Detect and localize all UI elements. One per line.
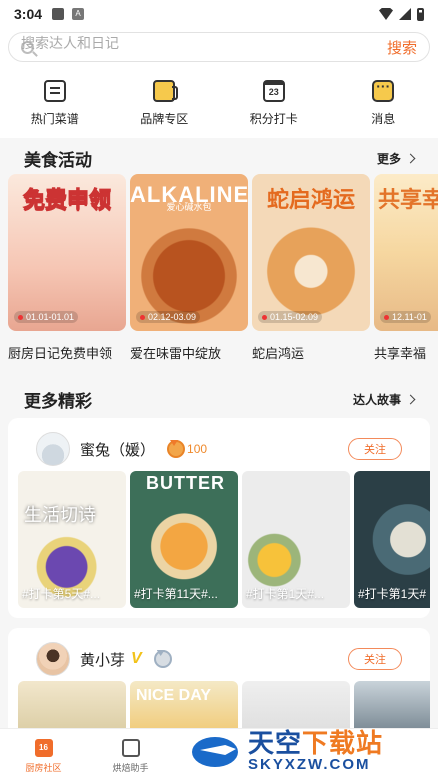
quick-entries: 热门菜谱 品牌专区 23 积分打卡 消息	[0, 78, 438, 127]
tab-label: 厨房社区	[25, 763, 62, 773]
photo-overlay-text: NICE DAY	[136, 687, 211, 704]
quick-checkin[interactable]: 23 积分打卡	[219, 80, 329, 127]
activity-caption: 厨房日记免费申领	[8, 346, 113, 361]
section-title: 更多精彩	[24, 392, 92, 411]
tab-label: 烘焙助手	[112, 763, 149, 773]
activity-image-title: 蛇启鸿运	[266, 187, 355, 212]
notification-icon	[52, 8, 65, 20]
activity-caption: 蛇启鸿运	[252, 346, 305, 361]
more-label: 达人故事	[352, 393, 401, 407]
activity-caption: 共享幸福	[374, 346, 427, 361]
author-score: 100	[187, 442, 208, 456]
post-photo[interactable]: #打卡第1天#	[354, 471, 430, 608]
tab-community[interactable]: 16 厨房社区	[0, 729, 87, 780]
more-label: 更多	[376, 152, 401, 166]
search-bar[interactable]: 搜索达人和日记 搜索	[8, 32, 430, 62]
activity-card[interactable]: 免费申领 01.01-01.01 厨房日记免费申领	[8, 174, 126, 362]
watermark: 天空下载站 SKYXZW.COM	[192, 722, 438, 780]
app-notification-icon: A	[72, 8, 85, 20]
activity-card[interactable]: 共享幸焙感 12.11-01 共享幸福	[374, 174, 438, 362]
status-bar: 3:04 A	[0, 0, 438, 28]
post-author-row: 蜜兔（媛） 100 关注	[8, 429, 430, 469]
photo-tag: #打卡第1天#...	[246, 587, 325, 601]
author-name[interactable]: 蜜兔（媛）	[80, 439, 155, 460]
quick-label: 消息	[371, 112, 396, 126]
airplane-logo-icon	[192, 731, 246, 771]
activity-date: 12.11-01	[380, 311, 431, 323]
post-photo[interactable]: 生活切诗 #打卡第5天#...	[18, 471, 126, 608]
search-button[interactable]: 搜索	[387, 37, 417, 58]
activity-card[interactable]: ALKALINE 爱心碱水包 02.12-03.09 爱在味雷中绽放	[130, 174, 248, 362]
tab-baking-assistant[interactable]: 烘焙助手	[87, 729, 174, 780]
post-photo[interactable]: BUTTER #打卡第11天#...	[130, 471, 238, 608]
status-time: 3:04	[14, 6, 43, 22]
avatar[interactable]	[36, 642, 70, 676]
photo-overlay-text: BUTTER	[146, 473, 225, 493]
activity-image-title: 共享幸焙感	[377, 187, 438, 212]
photo-tag: #打卡第11天#...	[134, 587, 218, 601]
author-name[interactable]: 黄小芽	[80, 649, 125, 670]
photo-tag: #打卡第1天#	[358, 587, 427, 601]
book-tab-icon	[121, 739, 140, 757]
watermark-cn-b: 下载站	[302, 728, 384, 758]
photo-overlay-text: 生活切诗	[24, 505, 96, 525]
watermark-en: SKYXZW.COM	[248, 756, 371, 773]
signal-icon	[399, 8, 411, 20]
wifi-icon	[379, 8, 393, 20]
quick-hot-recipes[interactable]: 热门菜谱	[0, 80, 110, 127]
activity-date: 01.01-01.01	[14, 311, 79, 323]
post-card[interactable]: 蜜兔（媛） 100 关注 生活切诗 #打卡第5天#... BUTTER #打卡第…	[8, 418, 430, 618]
activity-date: 02.12-03.09	[136, 311, 201, 323]
expert-stories-link[interactable]: 达人故事	[352, 391, 416, 408]
activity-image: 免费申领 01.01-01.01	[8, 174, 126, 331]
activity-image-subtitle: 爱心碱水包	[166, 202, 212, 212]
verified-v-icon: V	[131, 650, 142, 667]
follow-button[interactable]: 关注	[348, 438, 402, 460]
post-photo[interactable]: #打卡第1天#...	[242, 471, 350, 608]
more-header: 更多精彩 达人故事	[0, 387, 438, 412]
calendar-icon: 23	[262, 80, 285, 102]
activity-image: 蛇启鸿运 01.15-02.09	[252, 174, 370, 331]
quick-label: 热门菜谱	[30, 112, 79, 126]
brand-mug-icon	[153, 80, 179, 102]
quick-label: 品牌专区	[140, 112, 189, 126]
activity-image: ALKALINE 爱心碱水包 02.12-03.09	[130, 174, 248, 331]
post-photo-strip[interactable]: 生活切诗 #打卡第5天#... BUTTER #打卡第11天#... #打卡第1…	[18, 471, 430, 608]
activity-card[interactable]: 蛇启鸿运 01.15-02.09 蛇启鸿运	[252, 174, 370, 362]
quick-brand-zone[interactable]: 品牌专区	[110, 80, 220, 127]
section-title: 美食活动	[24, 151, 92, 170]
quick-label: 积分打卡	[249, 112, 298, 126]
activities-header: 美食活动 更多	[0, 146, 438, 171]
activities-more-link[interactable]: 更多	[376, 150, 416, 167]
activity-carousel[interactable]: 免费申领 01.01-01.01 厨房日记免费申领 ALKALINE 爱心碱水包…	[0, 174, 438, 364]
medal-icon	[167, 440, 186, 458]
activity-caption: 爱在味雷中绽放	[130, 346, 222, 361]
activity-image-title: 免费申领	[22, 187, 111, 213]
message-icon	[372, 78, 395, 102]
watermark-text: 天空下载站 SKYXZW.COM	[248, 729, 383, 773]
avatar[interactable]	[36, 432, 70, 466]
battery-icon	[417, 7, 424, 21]
watermark-cn: 天空下载站	[248, 729, 383, 757]
calendar-tab-icon: 16	[34, 739, 53, 757]
watermark-cn-a: 天空	[248, 728, 303, 758]
chevron-right-icon	[405, 394, 416, 405]
chevron-right-icon	[405, 153, 416, 164]
activity-image: 共享幸焙感 12.11-01	[374, 174, 438, 331]
follow-button[interactable]: 关注	[348, 648, 402, 670]
recipe-book-icon	[43, 80, 66, 102]
medal-icon	[153, 650, 172, 668]
top-panel: 搜索达人和日记 搜索 热门菜谱 品牌专区 23 积分打卡 消息	[0, 28, 438, 138]
post-author-row: 黄小芽 V 关注	[8, 639, 430, 679]
quick-messages[interactable]: 消息	[329, 78, 438, 127]
photo-tag: #打卡第5天#...	[22, 587, 101, 601]
activity-date: 01.15-02.09	[258, 311, 323, 323]
